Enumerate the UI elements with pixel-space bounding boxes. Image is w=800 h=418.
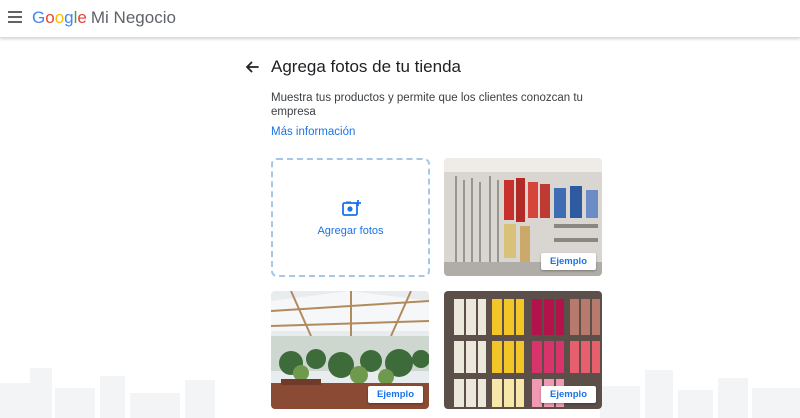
- back-arrow-icon[interactable]: [243, 58, 261, 76]
- page-title: Agrega fotos de tu tienda: [271, 57, 461, 76]
- add-photo-icon: [342, 200, 361, 216]
- logo-letter: o: [54, 8, 65, 27]
- example-badge: Ejemplo: [368, 386, 423, 403]
- menu-icon[interactable]: [8, 11, 22, 23]
- example-badge: Ejemplo: [541, 253, 596, 270]
- example-photo-candles[interactable]: Ejemplo: [444, 291, 602, 409]
- product-name: Mi Negocio: [90, 8, 176, 27]
- logo-letter: o: [45, 8, 55, 27]
- logo-letter: e: [77, 8, 87, 27]
- add-photos-button[interactable]: Agregar fotos: [271, 158, 430, 277]
- add-photos-label: Agregar fotos: [317, 225, 384, 237]
- top-app-bar: Google Mi Negocio: [0, 0, 800, 38]
- brand-logo[interactable]: Google Mi Negocio: [32, 8, 176, 28]
- example-photo-garden[interactable]: Ejemplo: [271, 291, 429, 409]
- more-info-link[interactable]: Más información: [271, 126, 355, 138]
- logo-letter: g: [64, 8, 74, 27]
- example-badge: Ejemplo: [541, 386, 596, 403]
- logo-letter: G: [32, 8, 46, 27]
- example-photo-tools[interactable]: Ejemplo: [444, 158, 602, 276]
- page-description: Muestra tus productos y permite que los …: [271, 92, 583, 118]
